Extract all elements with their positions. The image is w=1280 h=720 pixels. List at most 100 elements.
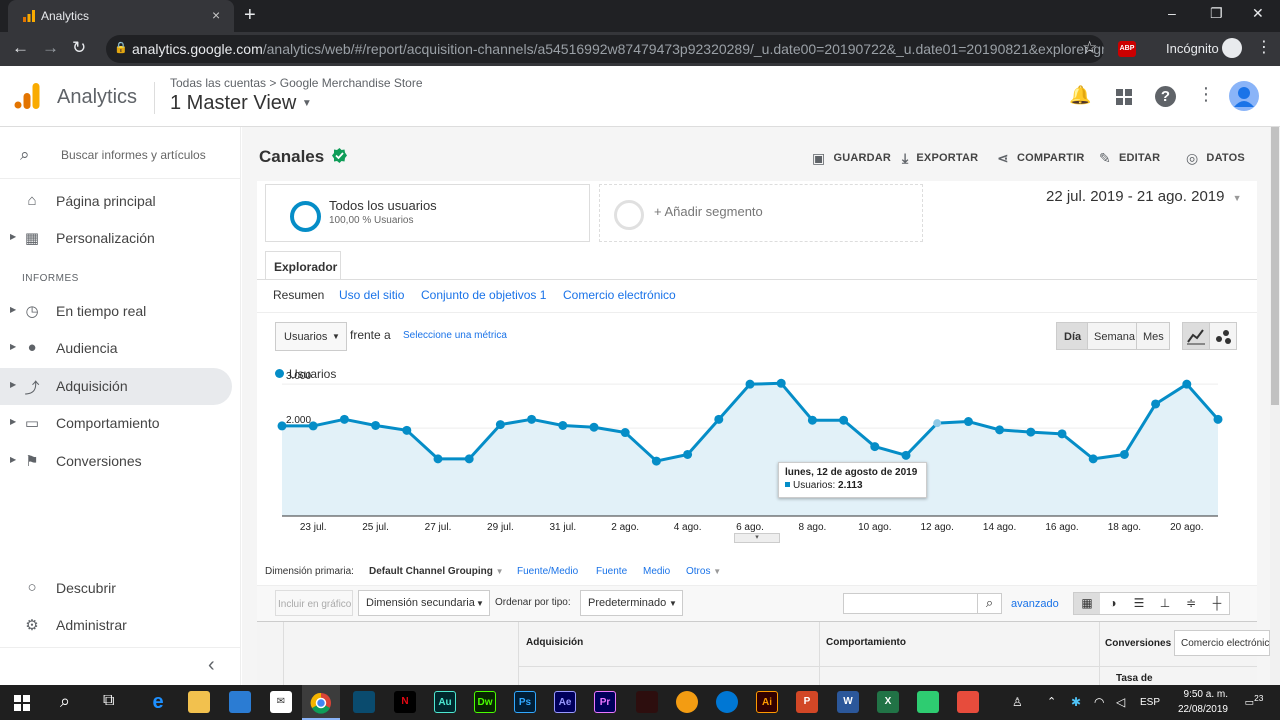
sidebar-item-home[interactable]: ⌂ Página principal <box>0 183 232 220</box>
page-scrollbar[interactable] <box>1270 127 1280 685</box>
people-icon[interactable]: ♙ <box>1012 695 1023 709</box>
x-tick-label: 27 jul. <box>425 522 452 533</box>
sidebar-search[interactable]: ⌕ Buscar informes y artículos <box>0 139 241 179</box>
apps-grid-icon[interactable] <box>1116 89 1132 105</box>
address-bar[interactable]: 🔒 analytics.google.com/analytics/web/#/r… <box>106 35 1104 63</box>
data-point <box>495 420 505 430</box>
dimension-link-source-medium[interactable]: Fuente/Medio <box>517 566 578 577</box>
person-icon: ● <box>27 339 37 356</box>
reload-icon[interactable]: ↻ <box>72 38 86 58</box>
edge-browser-icon[interactable]: e <box>147 691 169 713</box>
more-options-icon[interactable]: ⋮ <box>1197 84 1215 105</box>
sidebar-item-behavior[interactable]: ▶ ▭ Comportamiento <box>0 405 232 442</box>
sidebar-item-customization[interactable]: ▶ ▦ Personalización <box>0 220 232 257</box>
premiere-icon[interactable]: Pr <box>594 691 616 713</box>
photoshop-icon[interactable]: Ps <box>514 691 536 713</box>
app-icon[interactable] <box>917 691 939 713</box>
view-selector[interactable]: 1 Master View ▼ <box>170 92 312 115</box>
table-view-pivot-icon[interactable]: ≑ <box>1178 593 1204 614</box>
app-icon[interactable] <box>676 691 698 713</box>
table-row-divider <box>518 666 1257 667</box>
tooltip-date: lunes, 12 de agosto de 2019 <box>785 467 918 478</box>
table-view-data-icon[interactable]: ▦ <box>1074 593 1100 614</box>
table-search-button[interactable]: ⌕ <box>977 593 1002 614</box>
dimension-link-other[interactable]: Otros ▼ <box>686 566 721 577</box>
notifications-icon[interactable]: ▭23 <box>1242 693 1266 711</box>
browser-tab-analytics[interactable]: Analytics × <box>8 0 234 32</box>
app-icon[interactable] <box>716 691 738 713</box>
sort-type-select[interactable]: Predeterminado ▼ <box>580 590 683 616</box>
breadcrumb-accounts[interactable]: Todas las cuentas <box>170 76 266 90</box>
table-view-performance-icon[interactable]: ☰ <box>1126 593 1152 614</box>
dimension-link-medium[interactable]: Medio <box>643 566 670 577</box>
users-line-chart[interactable]: 1.0002.0003.00023 jul.25 jul.27 jul.29 j… <box>242 127 1270 547</box>
volume-icon[interactable]: ◁ <box>1116 695 1125 709</box>
file-explorer-icon[interactable] <box>188 691 210 713</box>
clock-time[interactable]: 9:50 a. m. <box>1172 689 1228 700</box>
conversion-type-select[interactable]: Comercio electrónico <box>1174 630 1270 656</box>
dimension-link-other-label: Otros <box>686 566 711 577</box>
x-tick-label: 29 jul. <box>487 522 514 533</box>
windows-start-icon[interactable] <box>14 695 30 711</box>
dimension-link-source[interactable]: Fuente <box>596 566 627 577</box>
close-tab-icon[interactable]: × <box>212 7 220 23</box>
dreamweaver-icon[interactable]: Dw <box>474 691 496 713</box>
forward-arrow-icon[interactable]: → <box>42 38 59 58</box>
sidebar-item-conversions[interactable]: ▶ ⚑ Conversiones <box>0 443 232 480</box>
word-icon[interactable]: W <box>837 691 859 713</box>
app-icon[interactable] <box>957 691 979 713</box>
adblock-extension-icon[interactable]: ABP <box>1118 41 1136 57</box>
mail-icon[interactable]: ✉ <box>270 691 292 713</box>
data-point <box>807 415 817 425</box>
help-icon[interactable]: ? <box>1155 86 1176 107</box>
app-icon[interactable] <box>353 691 375 713</box>
breadcrumb-property[interactable]: Google Merchandise Store <box>280 76 423 90</box>
sidebar-item-discover[interactable]: ○ Descubrir <box>0 570 232 607</box>
sidebar-divider <box>0 647 241 648</box>
dropdown-arrow-icon: ▼ <box>476 599 484 608</box>
task-view-icon[interactable]: ⧉ <box>103 692 114 710</box>
illustrator-icon[interactable]: Ai <box>756 691 778 713</box>
table-view-comparison-icon[interactable]: ⊥ <box>1152 593 1178 614</box>
data-point <box>901 450 911 460</box>
table-group-behavior: Comportamiento <box>826 637 906 648</box>
chrome-menu-icon[interactable]: ⋮ <box>1256 37 1272 57</box>
netflix-icon[interactable]: N <box>394 691 416 713</box>
account-avatar-icon[interactable] <box>1229 81 1259 111</box>
sidebar-item-realtime[interactable]: ▶ ◷ En tiempo real <box>0 293 232 330</box>
chart-resize-handle[interactable]: ▾ <box>734 533 780 543</box>
new-tab-button[interactable]: + <box>244 4 256 27</box>
clock-date[interactable]: 22/08/2019 <box>1172 704 1228 715</box>
sidebar-item-acquisition[interactable]: ▶ ⤴ Adquisición <box>0 368 232 405</box>
primary-dimension-value[interactable]: Default Channel Grouping ▼ <box>369 566 504 577</box>
minimize-window-button[interactable]: – <box>1168 5 1176 21</box>
scrollbar-thumb[interactable] <box>1271 127 1279 405</box>
maximize-window-button[interactable]: ❐ <box>1210 5 1223 22</box>
language-indicator[interactable]: ESP <box>1140 697 1160 708</box>
after-effects-icon[interactable]: Ae <box>554 691 576 713</box>
notifications-bell-icon[interactable]: 🔔 <box>1069 85 1091 106</box>
bookmark-star-icon[interactable]: ☆ <box>1082 38 1097 58</box>
powerpoint-icon[interactable]: P <box>796 691 818 713</box>
search-icon[interactable]: ⌕ <box>60 691 70 712</box>
bluetooth-icon[interactable]: ✱ <box>1071 695 1081 709</box>
table-view-pie-icon[interactable]: ◑ <box>1100 593 1126 614</box>
audition-icon[interactable]: Au <box>434 691 456 713</box>
close-window-button[interactable]: ✕ <box>1252 5 1264 22</box>
expand-arrow-icon: ▶ <box>10 305 17 314</box>
plot-rows-button[interactable]: Incluir en gráfico <box>275 590 353 616</box>
chevron-up-icon[interactable]: ⌃ <box>1047 695 1056 708</box>
table-filter-input[interactable] <box>843 593 978 614</box>
secondary-dimension-select[interactable]: Dimensión secundaria ▼ <box>358 590 490 616</box>
wifi-icon[interactable]: ◠ <box>1094 695 1104 709</box>
collapse-sidebar-icon[interactable]: ‹ <box>208 654 215 677</box>
advanced-filter-link[interactable]: avanzado <box>1011 598 1059 610</box>
sidebar-item-admin[interactable]: ⚙ Administrar <box>0 607 232 644</box>
sidebar-item-audience[interactable]: ▶ ● Audiencia <box>0 330 232 367</box>
store-icon[interactable] <box>229 691 251 713</box>
incognito-icon[interactable] <box>1222 38 1242 58</box>
app-icon[interactable] <box>636 691 658 713</box>
excel-icon[interactable]: X <box>877 691 899 713</box>
back-arrow-icon[interactable]: ← <box>12 38 29 58</box>
table-view-term-cloud-icon[interactable]: ┼ <box>1204 593 1230 614</box>
